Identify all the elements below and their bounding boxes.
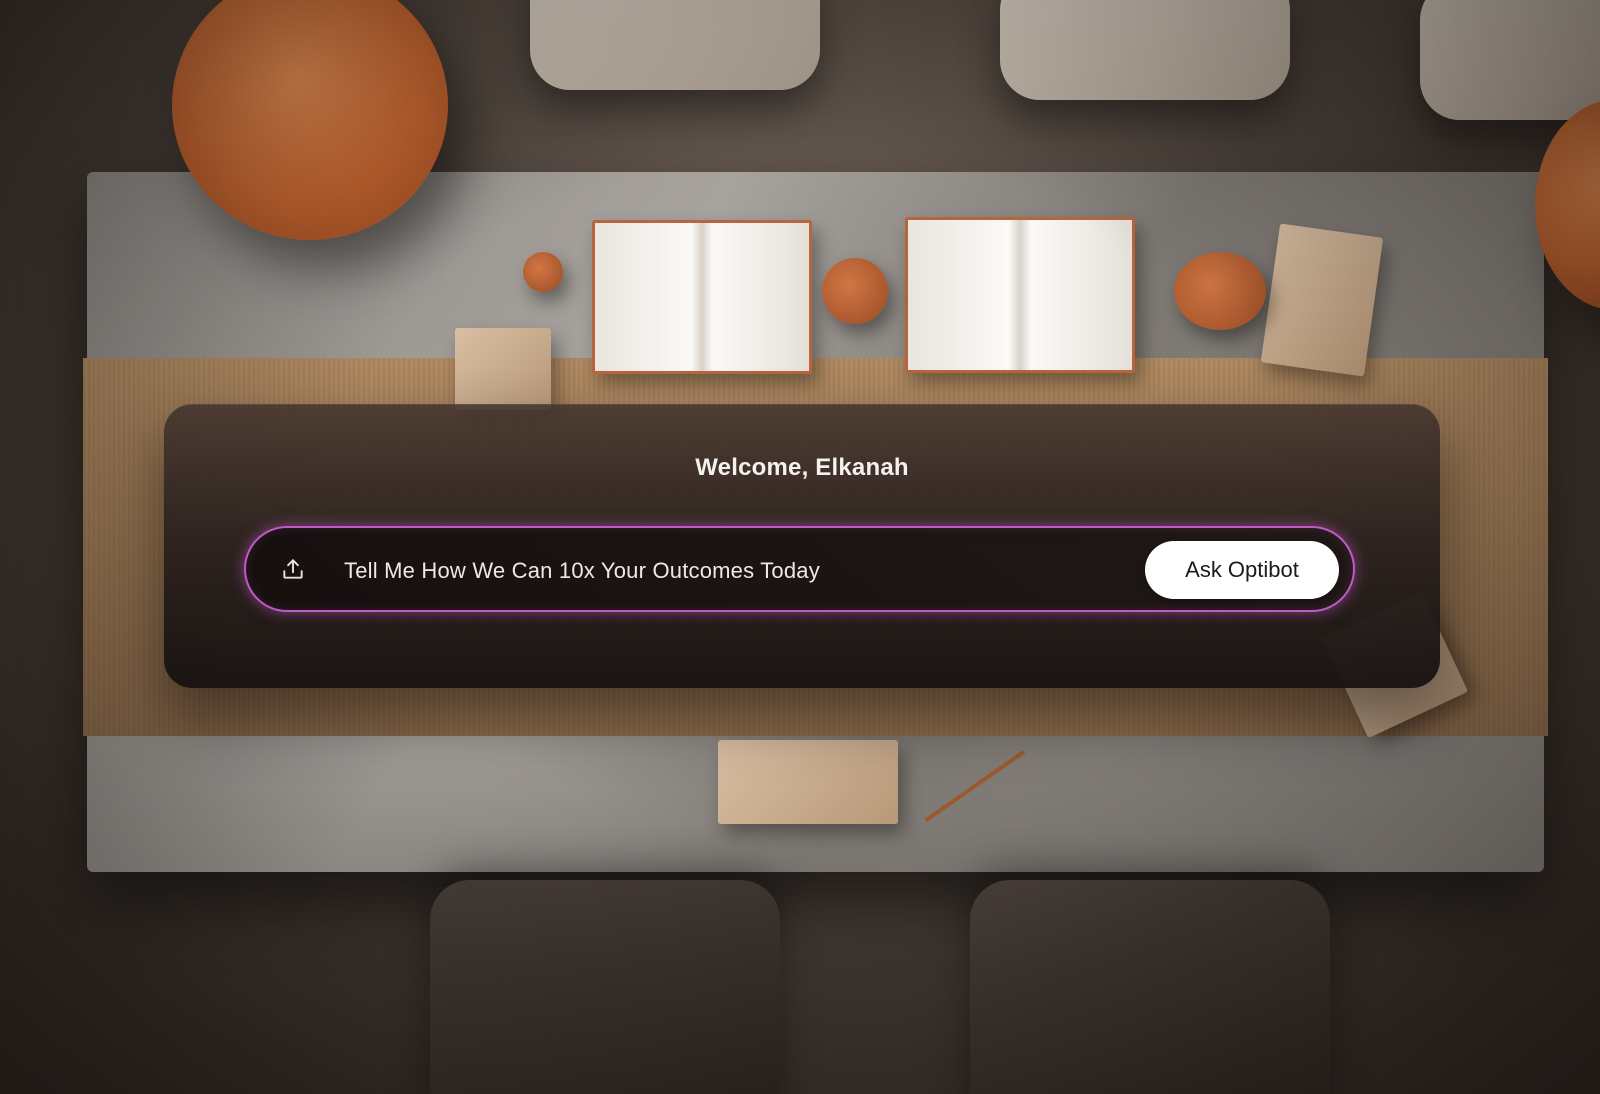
ask-optibot-button[interactable]: Ask Optibot xyxy=(1145,541,1339,599)
prompt-input[interactable] xyxy=(342,548,1126,594)
welcome-heading: Welcome, Elkanah xyxy=(695,454,909,481)
upload-button[interactable] xyxy=(272,548,314,590)
prompt-bar: Ask Optibot xyxy=(244,526,1355,612)
upload-icon xyxy=(283,559,303,579)
welcome-panel: Welcome, Elkanah Ask Optibot xyxy=(164,404,1440,688)
